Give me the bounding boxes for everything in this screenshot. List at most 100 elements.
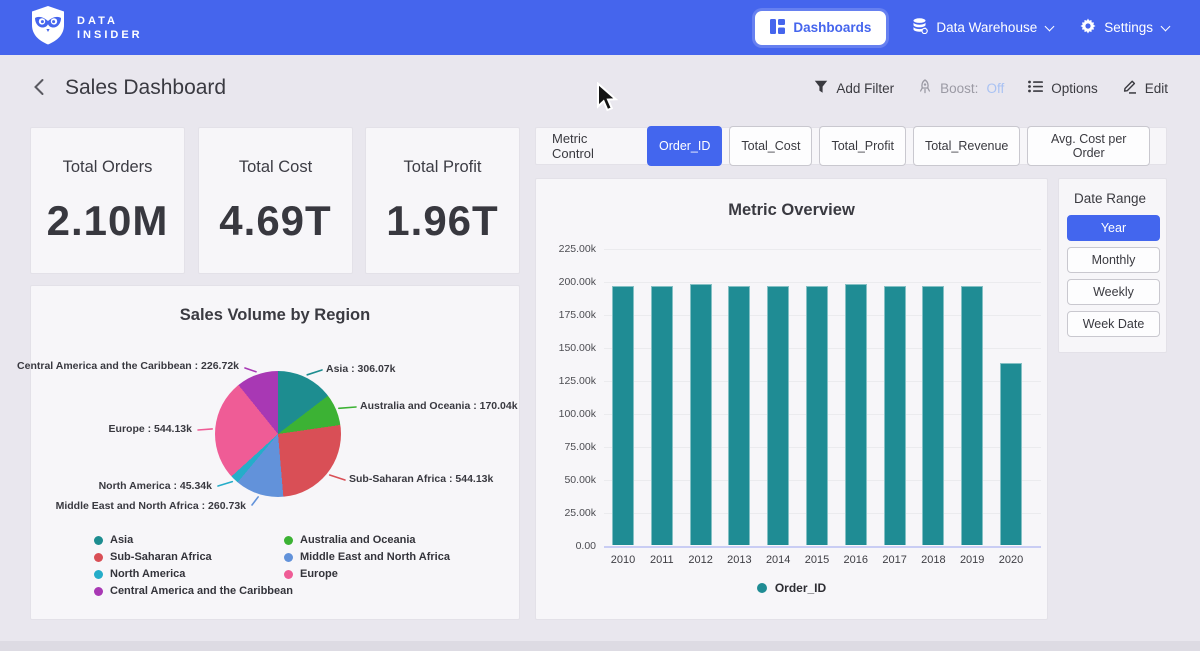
legend-dot [94,553,103,562]
y-axis-tick: 75.00k [540,441,596,453]
metric-button-total-cost[interactable]: Total_Cost [729,126,812,166]
nav-dashboards-button[interactable]: Dashboards [755,11,886,45]
y-axis-tick: 175.00k [540,309,596,321]
gridline [604,249,1041,250]
legend-item-europe[interactable]: Europe [284,568,450,580]
leader-line-australia-and-oceania [339,407,356,408]
kpi-card-total-cost: Total Cost 4.69T [198,127,353,274]
brand-logo[interactable]: DATA INSIDER [30,5,143,50]
add-filter-button[interactable]: Add Filter [814,80,894,97]
dashboard-grid-icon [770,19,785,37]
pie-label-middle-east: Middle East and North Africa : 260.73k [56,500,246,512]
leader-line-north-america [218,482,232,486]
kpi-value: 4.69T [219,197,331,245]
pie-label-australia: Australia and Oceania : 170.04k [360,400,518,412]
bar-2020[interactable] [1000,363,1022,545]
edit-button[interactable]: Edit [1122,79,1168,97]
filter-funnel-icon [814,80,828,97]
metric-overview-card: Metric Overview 225.00k200.00k175.00k150… [535,178,1048,620]
leader-line-central-america-and-the-caribbean [245,368,256,372]
date-range-button-monthly[interactable]: Monthly [1067,247,1160,273]
legend-dot [284,536,293,545]
legend-label: Asia [110,534,133,546]
legend-label: Middle East and North Africa [300,551,450,563]
options-list-icon [1028,80,1043,96]
add-filter-label: Add Filter [836,81,894,96]
legend-label: Australia and Oceania [300,534,416,546]
legend-label: Europe [300,568,338,580]
legend-item-asia[interactable]: Asia [94,534,293,546]
bar-2014[interactable] [767,286,789,545]
x-axis-tick: 2011 [642,554,682,566]
top-navbar: DATA INSIDER Dashboards [0,0,1200,55]
y-axis-tick: 225.00k [540,243,596,255]
legend-label: North America [110,568,185,580]
nav-data-warehouse-label: Data Warehouse [936,20,1037,35]
y-axis-tick: 50.00k [540,474,596,486]
pencil-icon [1122,79,1137,97]
date-range-label: Date Range [1074,191,1158,206]
x-axis-tick: 2019 [952,554,992,566]
date-range-button-week-date[interactable]: Week Date [1067,311,1160,337]
bar-2019[interactable] [961,286,983,545]
bar-2018[interactable] [922,286,944,545]
metric-button-avg-cost-per-order[interactable]: Avg. Cost per Order [1027,126,1150,166]
bar-2016[interactable] [845,284,867,545]
legend-dot [94,570,103,579]
nav-settings[interactable]: Settings [1080,18,1170,37]
gridline [604,282,1041,283]
leader-line-sub-saharan-africa [330,475,345,480]
pie-label-central-america: Central America and the Caribbean : 226.… [17,360,239,372]
bar-2011[interactable] [651,286,673,545]
legend-item-north-america[interactable]: North America [94,568,293,580]
bar-2013[interactable] [728,286,750,545]
legend-label: Central America and the Caribbean [110,585,293,597]
x-axis-tick: 2018 [913,554,953,566]
x-axis-tick: 2020 [991,554,1031,566]
y-axis-tick: 25.00k [540,507,596,519]
x-axis-tick: 2015 [797,554,837,566]
owl-logo-icon [30,5,66,50]
metric-button-group: Order_IDTotal_CostTotal_ProfitTotal_Reve… [647,126,1150,166]
bar-chart-legend[interactable]: Order_ID [536,581,1047,595]
sales-volume-card: Sales Volume by Region Asia : 306.07k Au… [30,285,520,620]
boost-toggle[interactable]: Boost: Off [918,79,1004,97]
pie-label-asia: Asia : 306.07k [326,363,395,375]
back-button[interactable] [26,74,51,103]
bar-2010[interactable] [612,286,634,545]
bar-2017[interactable] [884,286,906,545]
pie-chart-area: Asia : 306.07k Australia and Oceania : 1… [31,286,519,619]
kpi-card-total-profit: Total Profit 1.96T [365,127,520,274]
gear-icon [1080,18,1096,37]
bar-2015[interactable] [806,286,828,545]
legend-dot [284,570,293,579]
nav-data-warehouse[interactable]: Data Warehouse [912,18,1054,37]
date-range-button-weekly[interactable]: Weekly [1067,279,1160,305]
chevron-down-icon [1045,21,1054,30]
date-range-button-year[interactable]: Year [1067,215,1160,241]
legend-dot [757,583,767,593]
brand-line1: DATA [77,14,143,28]
legend-item-central-america-and-the-caribbean[interactable]: Central America and the Caribbean [94,585,293,597]
bar-2012[interactable] [690,284,712,545]
legend-item-sub-saharan-africa[interactable]: Sub-Saharan Africa [94,551,293,563]
metric-button-order-id[interactable]: Order_ID [647,126,722,166]
leader-line-europe [198,429,212,430]
metric-control-bar: Metric Control Order_IDTotal_CostTotal_P… [535,127,1167,165]
gridline [604,546,1041,548]
pie-label-sub-saharan: Sub-Saharan Africa : 544.13k [349,473,493,485]
leader-line-asia [307,370,322,375]
pie-legend-column-2: Australia and Oceania Middle East and Nor… [284,534,450,580]
pie-chart[interactable] [215,371,341,497]
boost-label: Boost: [940,81,978,96]
legend-item-middle-east-and-north-africa[interactable]: Middle East and North Africa [284,551,450,563]
bottom-strip [0,641,1200,651]
pie-label-europe: Europe : 544.13k [109,423,192,435]
x-axis-tick: 2010 [603,554,643,566]
options-button[interactable]: Options [1028,80,1098,96]
legend-item-australia-and-oceania[interactable]: Australia and Oceania [284,534,450,546]
metric-button-total-revenue[interactable]: Total_Revenue [913,126,1020,166]
metric-button-total-profit[interactable]: Total_Profit [819,126,906,166]
kpi-label: Total Profit [404,158,482,177]
kpi-value: 2.10M [47,197,169,245]
